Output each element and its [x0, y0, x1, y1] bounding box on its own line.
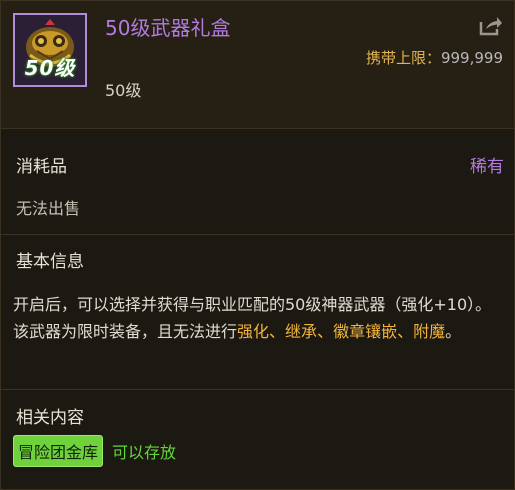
- desc-separator: 、: [269, 322, 286, 341]
- item-description: 开启后，可以选择并获得与职业匹配的50级神器武器（强化+10）。该武器为限时装备…: [13, 291, 493, 345]
- divider: [1, 234, 514, 235]
- desc-highlight-emblem: 徽章镶嵌: [333, 322, 398, 341]
- item-name: 50级武器礼盒: [105, 16, 231, 40]
- carry-limit-value: 999,999: [440, 49, 503, 67]
- item-level: 50级: [105, 81, 142, 100]
- desc-highlight-enhance: 强化: [237, 322, 270, 341]
- item-tooltip: 50级 50级武器礼盒 携带上限：999,999 50级 消耗品 稀有 无法出售…: [0, 0, 515, 490]
- divider: [1, 389, 514, 390]
- sell-status: 无法出售: [16, 199, 81, 218]
- carry-limit: 携带上限：999,999: [366, 47, 503, 68]
- share-arrow-icon: [479, 17, 502, 36]
- desc-highlight-inherit: 继承: [285, 322, 318, 341]
- item-category: 消耗品: [16, 157, 67, 177]
- carry-limit-label: 携带上限：: [365, 49, 441, 67]
- item-icon: 50级: [13, 13, 87, 87]
- desc-separator: 、: [317, 322, 334, 341]
- item-rarity: 稀有: [470, 157, 504, 177]
- related-content-title: 相关内容: [16, 408, 84, 428]
- adventure-vault-badge: 冒险团金库: [13, 435, 104, 467]
- desc-separator: 、: [397, 322, 414, 341]
- desc-end: 。: [445, 322, 462, 341]
- divider: [1, 128, 514, 129]
- storable-status: 可以存放: [112, 443, 177, 462]
- share-button[interactable]: [477, 15, 503, 37]
- icon-level-label: 50级: [24, 56, 76, 80]
- desc-highlight-enchant: 附魔: [413, 322, 446, 341]
- basic-info-title: 基本信息: [16, 252, 84, 272]
